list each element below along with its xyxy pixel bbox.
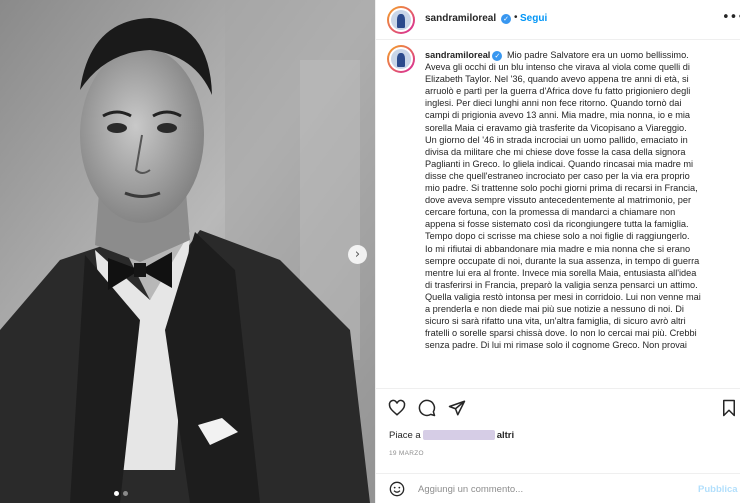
caption-line: di trasferirsi in Francia, preparò la va…	[425, 279, 698, 290]
share-icon[interactable]	[448, 399, 466, 417]
caption-line: mentre lui era al fronte. Invece mia sor…	[425, 267, 697, 278]
caption-line: cercare fortuna, con la promessa di mand…	[425, 207, 676, 218]
comment-bar: Aggiungi un commento... Pubblica	[376, 473, 740, 503]
carousel-dot	[123, 491, 128, 496]
post-photo[interactable]: ›	[0, 0, 375, 503]
caption-line: Paglianti in Greco. Io gliela indicai. Q…	[425, 158, 694, 169]
caption-text: Mio padre Salvatore era un uomo bellissi…	[425, 50, 701, 350]
caption-line: a prenderla e non diede mai più sue noti…	[425, 303, 684, 314]
username-link[interactable]: sandramiloreal	[425, 13, 496, 24]
caption-line: dove aveva sempre vissuto antecedentemen…	[425, 195, 692, 206]
likes-prefix: Piace a	[389, 430, 421, 441]
carousel-dot	[114, 491, 119, 496]
caption-line: Tempo dopo ci scrisse ma chiese solo a n…	[425, 231, 690, 242]
verified-icon: ✓	[501, 14, 511, 24]
comment-icon[interactable]	[418, 399, 436, 417]
avatar[interactable]	[387, 45, 415, 73]
caption-line: Elizabeth Taylor. Nel '36, quando avevo …	[425, 74, 689, 85]
redacted-username	[422, 430, 495, 441]
caption-line: arruolò e partì per la guerra d'Africa d…	[425, 86, 691, 97]
likes-suffix[interactable]: altri	[497, 430, 514, 441]
likes-summary[interactable]: Piace a altri	[389, 430, 514, 441]
emoji-icon[interactable]	[389, 481, 405, 497]
caption-line: Aveva gli occhi di un blu intenso che vi…	[425, 62, 690, 73]
caption-line: Mio padre Salvatore era un uomo bellissi…	[506, 50, 689, 60]
carousel-indicator	[114, 491, 128, 496]
post-caption: sandramiloreal ✓ Mio padre Salvatore era …	[425, 49, 731, 351]
caption-line: divisa da militare che mi chiese dove fo…	[425, 146, 686, 157]
next-slide-button[interactable]: ›	[348, 245, 367, 264]
verified-icon: ✓	[492, 50, 503, 61]
publish-button[interactable]: Pubblica	[698, 484, 738, 495]
caption-line: campi di prigionia avevo 13 anni. Mia ma…	[425, 110, 691, 121]
heart-icon[interactable]	[388, 399, 406, 417]
caption-line: Quella valigia restò intonsa per mesi in…	[425, 291, 701, 302]
caption-line: sorella Maia ci eravamo già trasferite d…	[425, 122, 687, 133]
more-icon[interactable]: •••	[722, 10, 740, 25]
caption-line: sempre occupate di noi, durante la sua a…	[425, 255, 700, 266]
caption-line: fratelli o sorelle sparsi chissà dove. I…	[425, 328, 697, 339]
chevron-right-icon: ›	[354, 247, 361, 262]
avatar[interactable]	[387, 6, 415, 34]
comment-input[interactable]: Aggiungi un commento...	[418, 484, 523, 495]
caption-line: senza padre. Di lui mi rimase solo il co…	[425, 340, 687, 351]
caption-line: appena si fosse sistemato così da ricong…	[425, 219, 689, 230]
post-date[interactable]: 19 MARZO	[389, 450, 424, 457]
caption-line: Io mi rifiutai di abbandonare mia madre …	[425, 243, 691, 254]
caption-line: Un giorno del '46 in strada incrociai un…	[425, 134, 688, 145]
bookmark-icon[interactable]	[721, 399, 737, 417]
separator-dot: •	[514, 12, 518, 23]
action-bar	[376, 388, 740, 428]
caption-area[interactable]: sandramiloreal ✓ Mio padre Salvatore era …	[376, 40, 740, 388]
caption-line: mio padre. Si trattenne solo pochi giorn…	[425, 183, 698, 194]
caption-line: inglesi. Per dieci lunghi anni non fece …	[425, 98, 682, 109]
portrait-image	[0, 0, 375, 503]
follow-button[interactable]: Segui	[520, 13, 547, 24]
caption-line: sicuro si sarà rifatto una vita, un'altr…	[425, 316, 686, 327]
post-header: sandramiloreal ✓ • Segui •••	[376, 0, 740, 40]
caption-line: disse che quell'estraneo incrociato per …	[425, 170, 690, 181]
caption-username[interactable]: sandramiloreal	[425, 50, 490, 60]
post-sidebar: sandramiloreal ✓ • Segui ••• sandramilor…	[375, 0, 740, 503]
